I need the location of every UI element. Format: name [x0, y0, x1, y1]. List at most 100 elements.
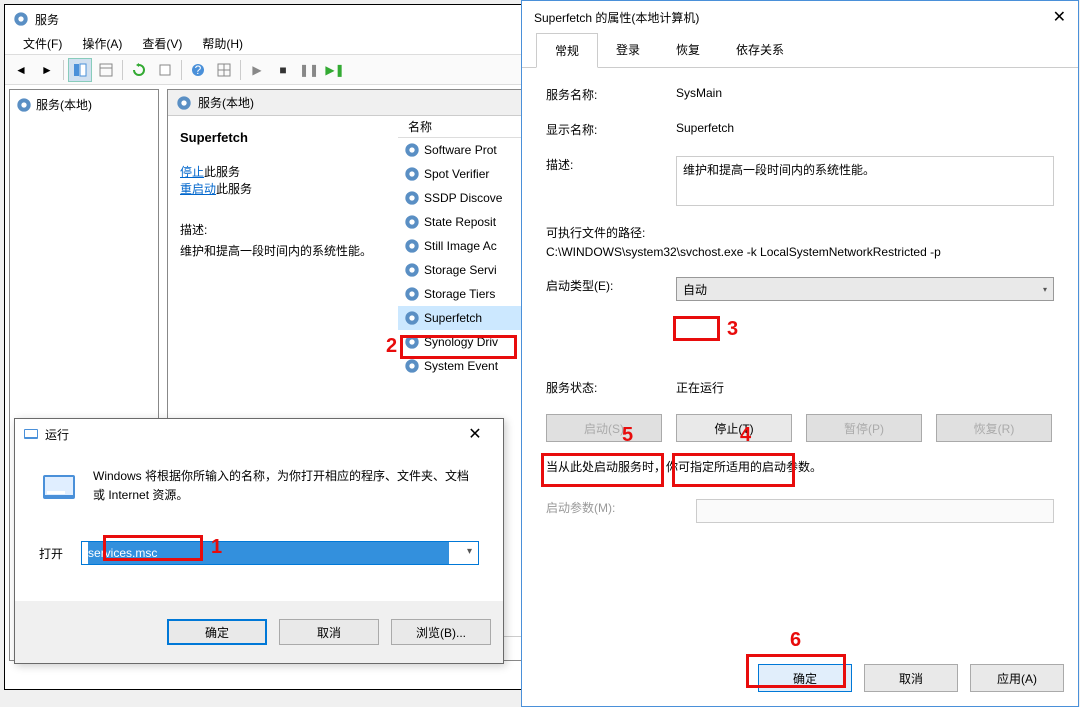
play-button[interactable]: ▶: [245, 58, 269, 82]
properties-button[interactable]: [94, 58, 118, 82]
menu-help[interactable]: 帮助(H): [192, 33, 253, 54]
stop-button[interactable]: ■: [271, 58, 295, 82]
tab-dependencies[interactable]: 依存关系: [718, 33, 802, 67]
separator: [122, 60, 123, 80]
grid-button[interactable]: [212, 58, 236, 82]
separator: [240, 60, 241, 80]
restart-button[interactable]: ▶❚: [323, 58, 347, 82]
stop-suffix: 此服务: [204, 165, 240, 179]
resume-button: 恢复(R): [936, 414, 1052, 442]
main-header-label: 服务(本地): [198, 94, 254, 111]
menu-view[interactable]: 查看(V): [132, 33, 192, 54]
detail-name: Superfetch: [180, 130, 386, 145]
cancel-button[interactable]: 取消: [864, 664, 958, 692]
forward-button[interactable]: ►: [35, 58, 59, 82]
description-textarea[interactable]: 维护和提高一段时间内的系统性能。: [676, 156, 1054, 206]
gear-icon: [176, 95, 192, 111]
list-item-label: Superfetch: [424, 311, 482, 325]
cancel-button[interactable]: 取消: [279, 619, 379, 645]
start-button: 启动(S): [546, 414, 662, 442]
start-params-text: 当从此处启动服务时，你可指定所适用的启动参数。: [546, 458, 1054, 475]
list-item-label: Synology Driv: [424, 335, 498, 349]
startup-type-label: 启动类型(E):: [546, 277, 676, 301]
gear-icon: [404, 286, 420, 302]
display-name-value: Superfetch: [676, 121, 1054, 138]
tree-label: 服务(本地): [36, 96, 92, 113]
close-button[interactable]: ✕: [1053, 7, 1066, 27]
list-item-label: Storage Servi: [424, 263, 497, 277]
tab-recovery[interactable]: 恢复: [658, 33, 718, 67]
tab-logon[interactable]: 登录: [598, 33, 658, 67]
startup-type-select[interactable]: 自动 ▾: [676, 277, 1054, 301]
run-title: 运行: [45, 426, 69, 443]
ok-button[interactable]: 确定: [167, 619, 267, 645]
refresh-button[interactable]: [127, 58, 151, 82]
stop-link[interactable]: 停止: [180, 165, 204, 179]
stop-button[interactable]: 停止(T): [676, 414, 792, 442]
export-button[interactable]: [153, 58, 177, 82]
service-name-value: SysMain: [676, 86, 1054, 103]
properties-titlebar: Superfetch 的属性(本地计算机) ✕: [522, 1, 1078, 33]
list-item-label: Spot Verifier: [424, 167, 489, 181]
desc-text: 维护和提高一段时间内的系统性能。: [180, 242, 386, 259]
tree-item-local[interactable]: 服务(本地): [14, 94, 154, 115]
service-status-label: 服务状态:: [546, 379, 676, 396]
close-button[interactable]: ✕: [455, 424, 495, 444]
svg-text:?: ?: [195, 63, 202, 77]
run-input-wrapper[interactable]: ▾: [81, 541, 479, 565]
properties-dialog: Superfetch 的属性(本地计算机) ✕ 常规 登录 恢复 依存关系 服务…: [521, 0, 1079, 707]
list-item-label: Still Image Ac: [424, 239, 497, 253]
run-dialog: 运行 ✕ Windows 将根据你所输入的名称，为你打开相应的程序、文件夹、文档…: [14, 418, 504, 664]
open-label: 打开: [39, 545, 63, 562]
service-status-value: 正在运行: [676, 379, 1054, 396]
separator: [181, 60, 182, 80]
gear-icon: [404, 358, 420, 374]
list-item-label: Storage Tiers: [424, 287, 495, 301]
gear-icon: [13, 11, 29, 27]
pause-button: 暂停(P): [806, 414, 922, 442]
list-item-label: Software Prot: [424, 143, 497, 157]
exe-path-label: 可执行文件的路径:: [546, 224, 1054, 241]
properties-tabs: 常规 登录 恢复 依存关系: [522, 33, 1078, 68]
run-icon: [39, 467, 79, 507]
chevron-down-icon[interactable]: ▾: [467, 546, 472, 557]
apply-button[interactable]: 应用(A): [970, 664, 1064, 692]
separator: [63, 60, 64, 80]
restart-suffix: 此服务: [216, 182, 252, 196]
restart-link[interactable]: 重启动: [180, 182, 216, 196]
gear-icon: [404, 238, 420, 254]
run-titlebar: 运行 ✕: [15, 419, 503, 449]
gear-icon: [404, 262, 420, 278]
tab-general[interactable]: 常规: [536, 33, 598, 68]
services-title: 服务: [35, 11, 59, 28]
list-item-label: SSDP Discove: [424, 191, 502, 205]
start-params-label: 启动参数(M):: [546, 499, 696, 523]
menu-action[interactable]: 操作(A): [72, 33, 132, 54]
run-input[interactable]: [88, 542, 449, 564]
gear-icon: [404, 214, 420, 230]
gear-icon: [404, 334, 420, 350]
list-item-label: System Event: [424, 359, 498, 373]
run-description: Windows 将根据你所输入的名称，为你打开相应的程序、文件夹、文档或 Int…: [93, 467, 479, 507]
gear-icon: [404, 310, 420, 326]
browse-button[interactable]: 浏览(B)...: [391, 619, 491, 645]
gear-icon: [404, 142, 420, 158]
properties-title: Superfetch 的属性(本地计算机): [534, 9, 699, 26]
pause-button[interactable]: ❚❚: [297, 58, 321, 82]
desc-label: 描述:: [180, 221, 386, 238]
help-button[interactable]: ?: [186, 58, 210, 82]
gear-icon: [404, 166, 420, 182]
description-label: 描述:: [546, 156, 676, 206]
chevron-down-icon: ▾: [1043, 285, 1047, 294]
list-item-label: State Reposit: [424, 215, 496, 229]
service-name-label: 服务名称:: [546, 86, 676, 103]
startup-type-value: 自动: [683, 281, 707, 298]
back-button[interactable]: ◄: [9, 58, 33, 82]
ok-button[interactable]: 确定: [758, 664, 852, 692]
start-params-input: [696, 499, 1054, 523]
exe-path-value: C:\WINDOWS\system32\svchost.exe -k Local…: [546, 245, 1054, 259]
run-icon-small: [23, 426, 39, 442]
menu-file[interactable]: 文件(F): [13, 33, 72, 54]
display-name-label: 显示名称:: [546, 121, 676, 138]
show-hide-button[interactable]: [68, 58, 92, 82]
